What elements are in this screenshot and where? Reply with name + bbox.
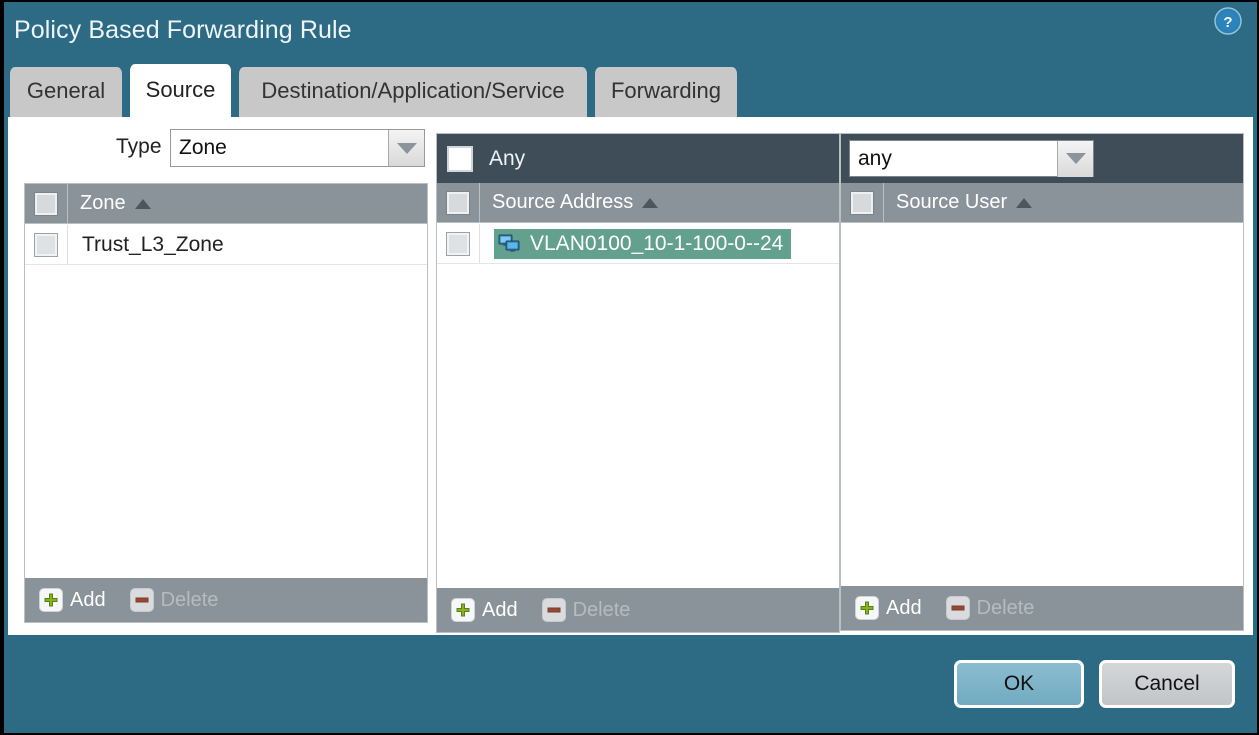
divider — [479, 183, 480, 222]
source-address-entry-label: VLAN0100_10-1-100-0--24 — [530, 232, 783, 256]
type-select[interactable]: Zone — [170, 129, 425, 167]
zone-add-button[interactable]: Add — [39, 588, 106, 612]
tab-source[interactable]: Source — [128, 64, 233, 117]
source-user-panel: any Source User Add — [840, 133, 1244, 631]
minus-icon — [542, 598, 566, 622]
source-user-add-label: Add — [886, 597, 922, 620]
source-address-add-button[interactable]: Add — [451, 598, 518, 622]
divider — [479, 224, 480, 263]
zone-name: Trust_L3_Zone — [82, 233, 224, 257]
source-user-select-row: any — [841, 134, 1243, 183]
source-address-select-all-checkbox[interactable] — [447, 192, 469, 214]
page-title: Policy Based Forwarding Rule — [14, 16, 352, 45]
source-user-column-header-label: Source User — [896, 191, 1007, 214]
source-address-entry[interactable]: VLAN0100_10-1-100-0--24 — [494, 229, 791, 259]
any-label: Any — [489, 147, 525, 171]
zone-panel: Zone Trust_L3_Zone Add — [24, 183, 428, 623]
zone-column-header-label: Zone — [80, 192, 126, 215]
source-user-select[interactable]: any — [849, 140, 1094, 177]
svg-text:?: ? — [1223, 14, 1232, 31]
divider — [67, 184, 68, 223]
tab-general[interactable]: General — [8, 67, 124, 117]
minus-icon — [130, 588, 154, 612]
sort-ascending-icon — [642, 198, 658, 208]
source-address-panel: Any Source Address — [436, 133, 840, 633]
dialog-titlebar: Policy Based Forwarding Rule ? — [4, 2, 1257, 64]
dialog-footer: OK Cancel — [4, 635, 1257, 733]
zone-rows: Trust_L3_Zone — [25, 225, 427, 265]
source-user-delete-label: Delete — [977, 597, 1035, 620]
source-user-delete-button[interactable]: Delete — [946, 596, 1035, 620]
minus-icon — [946, 596, 970, 620]
plus-icon — [451, 598, 475, 622]
plus-icon — [39, 588, 63, 612]
help-circle-icon[interactable]: ? — [1214, 7, 1242, 35]
plus-icon — [855, 596, 879, 620]
zone-delete-label: Delete — [161, 589, 219, 612]
table-row[interactable]: VLAN0100_10-1-100-0--24 — [437, 224, 839, 264]
tab-forwarding[interactable]: Forwarding — [593, 67, 739, 117]
divider — [67, 225, 68, 264]
source-address-rows: VLAN0100_10-1-100-0--24 — [437, 224, 839, 264]
source-address-add-label: Add — [482, 599, 518, 622]
policy-based-forwarding-rule-dialog: Policy Based Forwarding Rule ? General S… — [4, 2, 1257, 733]
table-row[interactable]: Trust_L3_Zone — [25, 225, 427, 265]
sort-ascending-icon — [135, 199, 151, 209]
zone-delete-button[interactable]: Delete — [130, 588, 219, 612]
source-address-column-header-label: Source Address — [492, 191, 633, 214]
source-user-select-all-checkbox[interactable] — [851, 192, 873, 214]
cancel-button[interactable]: Cancel — [1099, 660, 1235, 708]
network-computers-icon — [498, 234, 522, 254]
source-user-panel-footer: Add Delete — [841, 586, 1243, 630]
source-address-column-header[interactable]: Source Address — [437, 183, 839, 223]
ok-button[interactable]: OK — [954, 660, 1084, 708]
source-address-delete-label: Delete — [573, 599, 631, 622]
zone-select-all-checkbox[interactable] — [35, 193, 57, 215]
source-tab-panel: Type Zone Zone Trust_L3_Zone — [8, 117, 1253, 635]
zone-add-label: Add — [70, 589, 106, 612]
sort-ascending-icon — [1016, 198, 1032, 208]
type-select-value: Zone — [171, 136, 388, 160]
any-checkbox[interactable] — [447, 146, 473, 172]
row-checkbox[interactable] — [447, 233, 469, 255]
zone-panel-footer: Add Delete — [25, 578, 427, 622]
any-row[interactable]: Any — [437, 134, 839, 183]
zone-column-header[interactable]: Zone — [25, 184, 427, 224]
divider — [883, 183, 884, 222]
source-user-add-button[interactable]: Add — [855, 596, 922, 620]
row-checkbox[interactable] — [35, 234, 57, 256]
tab-bar: General Source Destination/Application/S… — [4, 64, 1257, 117]
source-address-panel-footer: Add Delete — [437, 588, 839, 632]
source-user-column-header[interactable]: Source User — [841, 183, 1243, 223]
source-address-delete-button[interactable]: Delete — [542, 598, 631, 622]
chevron-down-icon[interactable] — [388, 130, 424, 166]
source-user-select-value: any — [850, 147, 1057, 171]
type-label: Type — [116, 135, 162, 159]
chevron-down-icon[interactable] — [1057, 141, 1093, 177]
tab-destination-application-service[interactable]: Destination/Application/Service — [237, 67, 589, 117]
